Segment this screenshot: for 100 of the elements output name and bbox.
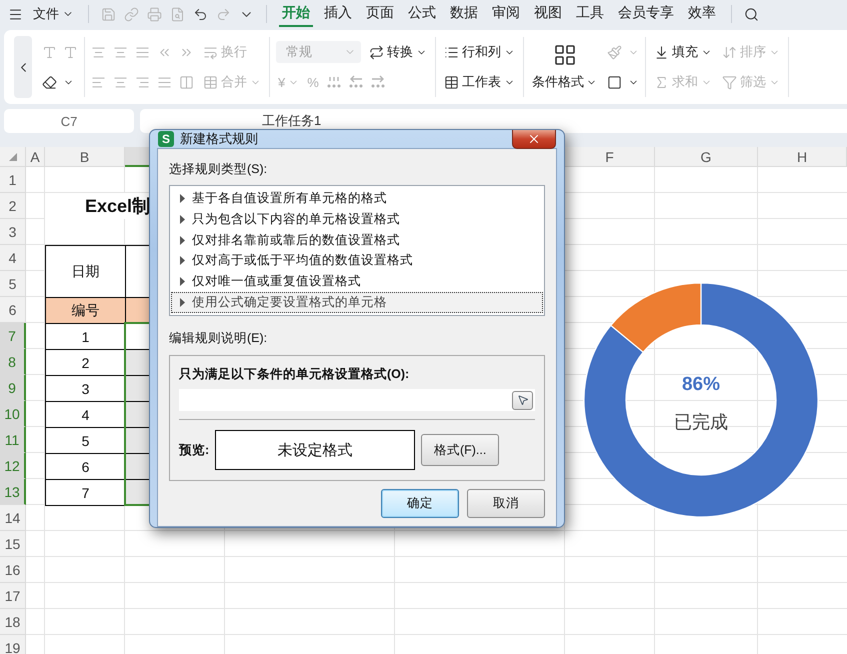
fill-button[interactable]: 填充 — [652, 40, 714, 64]
dialog-button[interactable]: 取消 — [467, 489, 545, 518]
preview-label: 预览: — [179, 442, 210, 458]
save-icon[interactable] — [101, 6, 116, 22]
select-all-icon[interactable] — [8, 152, 16, 160]
column-header[interactable]: A — [26, 147, 45, 167]
letter-a-icon[interactable] — [63, 44, 78, 60]
close-button[interactable] — [512, 130, 556, 149]
align-icon[interactable] — [157, 74, 172, 90]
link-icon[interactable] — [124, 6, 139, 22]
range-picker-button[interactable] — [512, 390, 533, 410]
align-icon[interactable] — [113, 74, 128, 90]
ribbon-tab[interactable]: 数据 — [447, 1, 481, 27]
app-icon: S — [158, 131, 174, 147]
row-header[interactable]: 9 — [0, 375, 26, 401]
preview-icon[interactable] — [170, 6, 185, 22]
triangle-icon — [180, 194, 185, 203]
row-header[interactable]: 13 — [0, 479, 26, 505]
table-cell: 3 — [45, 375, 126, 402]
rows-columns-button[interactable]: 行和列 — [442, 40, 517, 64]
close-icon — [527, 132, 541, 146]
fill-icon — [654, 44, 669, 60]
row-header[interactable]: 12 — [0, 453, 26, 479]
name-box[interactable]: C7 — [4, 109, 134, 133]
collapse-button[interactable] — [14, 36, 32, 98]
thousands-icon[interactable] — [324, 74, 343, 90]
row-header[interactable]: 7 — [0, 323, 26, 349]
undo-icon[interactable] — [193, 6, 208, 22]
triangle-icon — [180, 214, 185, 224]
menu-icon[interactable] — [8, 6, 23, 22]
letter-a-icon[interactable] — [42, 44, 57, 60]
ribbon-tab[interactable]: 工具 — [573, 1, 607, 27]
redo-icon[interactable] — [216, 6, 231, 22]
ribbon-tab[interactable]: 插入 — [321, 1, 355, 27]
column-header[interactable]: H — [758, 147, 847, 167]
ribbon-tab[interactable]: 效率 — [685, 1, 719, 27]
align-icon[interactable] — [135, 44, 150, 60]
row-header[interactable]: 14 — [0, 505, 26, 531]
eraser-icon[interactable] — [42, 74, 57, 90]
column-header[interactable]: F — [565, 147, 655, 167]
ribbon-tab[interactable]: 开始 — [279, 1, 313, 27]
search-icon[interactable] — [744, 6, 759, 22]
section-label: 编辑规则说明(E): — [169, 330, 268, 347]
align-icon[interactable] — [91, 74, 106, 90]
row-header[interactable]: 10 — [0, 401, 26, 427]
row-header[interactable]: 8 — [0, 349, 26, 375]
triangle-icon — [180, 236, 185, 245]
dialog-button[interactable]: 确定 — [381, 489, 459, 518]
dialog-title: 新建格式规则 — [180, 130, 258, 148]
row-header[interactable]: 16 — [0, 557, 26, 583]
row-header[interactable]: 17 — [0, 583, 26, 609]
ribbon-tab[interactable]: 审阅 — [489, 1, 523, 27]
row-header[interactable]: 6 — [0, 297, 26, 323]
triangle-icon — [180, 298, 185, 308]
rows-columns-icon — [444, 44, 459, 60]
distribute-icon[interactable] — [179, 74, 194, 90]
row-header[interactable]: 18 — [0, 609, 26, 635]
row-header[interactable]: 2 — [0, 193, 26, 219]
row-header[interactable]: 1 — [0, 167, 26, 193]
row-header[interactable]: 19 — [0, 635, 26, 654]
align-icon[interactable] — [135, 74, 150, 90]
merge-icon — [203, 74, 218, 90]
brush-icon[interactable] — [607, 44, 622, 60]
convert-button[interactable]: 转换 — [367, 40, 429, 64]
table-cell: 7 — [45, 479, 126, 506]
rule-type-item[interactable]: 仅对高于或低于平均值的数值设置格式 — [171, 250, 543, 272]
ribbon-tab[interactable]: 页面 — [363, 1, 397, 27]
convert-icon — [369, 44, 384, 60]
rule-type-item[interactable]: 仅对唯一值或重复值设置格式 — [171, 271, 543, 292]
ribbon-tab[interactable]: 会员专享 — [615, 1, 677, 27]
conditional-format-button[interactable]: 条件格式 — [530, 43, 599, 91]
table-header: 日期 — [45, 245, 126, 298]
align-icon[interactable] — [113, 44, 128, 60]
row-header[interactable]: 3 — [0, 219, 26, 245]
ribbon-tab[interactable]: 视图 — [531, 1, 565, 27]
align-icon[interactable] — [91, 44, 106, 60]
file-menu[interactable]: 文件 — [31, 5, 76, 23]
border-icon[interactable] — [607, 74, 622, 90]
column-header[interactable]: B — [45, 147, 125, 167]
rule-type-item[interactable]: 使用公式确定要设置格式的单元格 — [171, 292, 543, 313]
print-icon[interactable] — [147, 6, 162, 22]
formula-field[interactable] — [179, 389, 535, 411]
format-button[interactable]: 格式(F)... — [421, 434, 500, 466]
triangle-icon — [180, 256, 185, 266]
column-header[interactable]: G — [655, 147, 758, 167]
ribbon-tab[interactable]: 公式 — [405, 1, 439, 27]
row-header[interactable]: 11 — [0, 427, 26, 453]
rule-type-item[interactable]: 仅对排名靠前或靠后的数值设置格式 — [171, 230, 543, 250]
decimal-icon[interactable] — [346, 74, 365, 90]
decimal-icon[interactable] — [368, 74, 387, 90]
table-cell: 6 — [45, 453, 126, 480]
formula-field[interactable]: 工作任务1 — [140, 109, 847, 133]
row-header[interactable]: 5 — [0, 271, 26, 297]
row-header[interactable]: 4 — [0, 245, 26, 271]
filter-icon — [722, 74, 737, 90]
worksheet-button[interactable]: 工作表 — [442, 70, 517, 94]
table-header: 编号 — [45, 297, 126, 324]
grid-icon — [552, 43, 576, 67]
table-cell: 1 — [45, 323, 126, 350]
row-header[interactable]: 15 — [0, 531, 26, 557]
